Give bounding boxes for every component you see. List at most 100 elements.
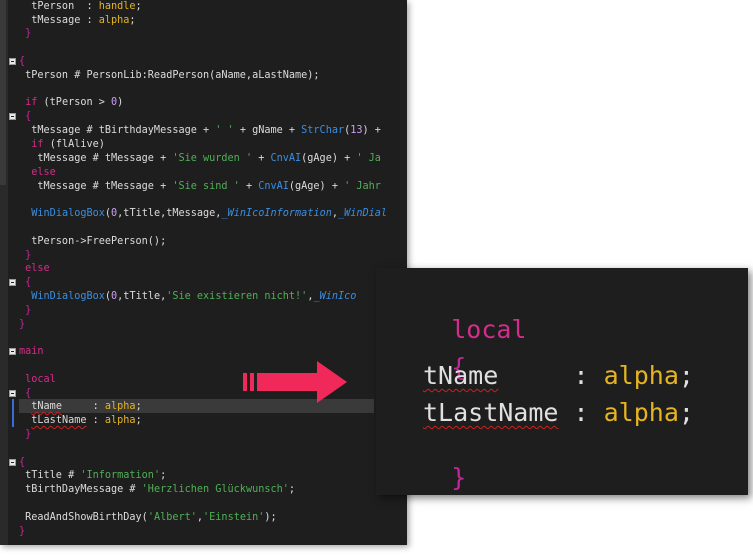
code-token: ' Jahr <box>344 181 381 192</box>
zoom-var2-name: tLastName <box>423 398 559 427</box>
arrow-right-icon <box>243 361 347 403</box>
code-token: { <box>19 277 32 288</box>
code-token: { <box>19 457 26 468</box>
code-token: { <box>19 388 32 399</box>
code-line[interactable]: WinDialogBox(0,tTitle,tMessage,_WinIcoIn… <box>19 207 387 221</box>
code-line[interactable]: local <box>19 373 56 387</box>
code-line[interactable]: WinDialogBox(0,tTitle,'Sie existieren ni… <box>19 290 356 304</box>
fold-toggle-icon[interactable] <box>9 279 16 286</box>
zoom-var1-type: alpha <box>603 361 679 390</box>
code-token: 'Information' <box>80 470 161 481</box>
code-token: } <box>19 319 26 330</box>
code-token: (gAge) + <box>288 181 345 192</box>
code-token: alpha <box>104 415 136 426</box>
code-line[interactable]: tLastName : alpha; <box>19 414 142 428</box>
code-token: WinDialogBox <box>31 208 105 219</box>
code-token: (flAlive) <box>43 139 105 150</box>
zoom-var2-semicolon: ; <box>678 398 694 427</box>
code-line[interactable]: { <box>19 110 31 124</box>
code-line[interactable]: { <box>19 387 31 401</box>
zoom-var2-sep: : <box>558 398 604 427</box>
code-token: 'Herzlichen Glückwunsch' <box>141 484 289 495</box>
code-line[interactable]: { <box>19 456 25 470</box>
code-token: } <box>19 28 32 39</box>
code-token: 'Sie wurden ' <box>172 153 253 164</box>
code-token: { <box>19 111 32 122</box>
code-token: } <box>19 250 32 261</box>
code-line[interactable]: tName : alpha; <box>19 400 141 414</box>
code-line[interactable]: { <box>19 276 31 290</box>
code-token: ); <box>264 512 277 523</box>
fold-toggle-icon[interactable] <box>9 348 16 355</box>
code-token: else <box>31 167 56 178</box>
editor-gutter <box>0 0 8 545</box>
zoom-close-brace: } <box>391 433 466 495</box>
code-editor[interactable]: tPerson : handle; tMessage : alpha; } { t… <box>0 0 407 545</box>
code-line[interactable]: main <box>19 345 44 359</box>
code-line[interactable]: tMessage # tBirthdayMessage + ' ' + gNam… <box>19 124 381 138</box>
code-token: if <box>19 97 38 108</box>
code-token: alpha <box>104 401 136 412</box>
code-line[interactable]: tBirthDayMessage # 'Herzlichen Glückwuns… <box>19 483 295 497</box>
code-line[interactable]: tMessage : alpha; <box>19 14 135 28</box>
zoom-var1-sep: : <box>498 361 604 390</box>
code-token: + <box>252 153 271 164</box>
code-line[interactable]: } <box>19 318 25 332</box>
code-token: + gName + <box>233 125 302 136</box>
code-token: StrChar <box>301 125 345 136</box>
code-line[interactable]: if (tPerson > 0) <box>19 96 123 110</box>
code-token: _WinIco <box>313 291 357 302</box>
code-line[interactable]: tPerson->FreePerson(); <box>19 235 166 249</box>
code-line[interactable]: tMessage # tMessage + 'Sie wurden ' + Cn… <box>19 152 381 166</box>
code-line[interactable]: tMessage # tMessage + 'Sie sind ' + CnvA… <box>19 180 381 194</box>
fold-toggle-icon[interactable] <box>9 390 16 397</box>
code-line[interactable]: else <box>19 262 50 276</box>
code-token: _WinIcoInformation <box>221 208 332 219</box>
fold-toggle-icon[interactable] <box>9 459 16 466</box>
code-token: ; <box>135 415 142 426</box>
code-token: tMessage : <box>19 15 99 26</box>
code-line[interactable]: tPerson : handle; <box>19 0 141 14</box>
code-token: ) <box>117 97 124 108</box>
code-token: } <box>19 429 32 440</box>
zoom-var-line-2: tLastName : alpha; <box>423 398 694 428</box>
code-line[interactable]: } <box>19 249 31 263</box>
code-line[interactable]: tTitle # 'Information'; <box>19 469 166 483</box>
code-token: 13 <box>350 125 363 136</box>
code-line[interactable]: { <box>19 55 25 69</box>
fold-toggle-icon[interactable] <box>9 58 16 65</box>
code-line[interactable]: else <box>19 166 56 180</box>
fold-toggle-icon[interactable] <box>9 113 16 120</box>
code-token: ; <box>160 470 167 481</box>
code-token: _WinDial <box>338 208 388 219</box>
zoom-var-line-1: tName : alpha; <box>423 361 694 391</box>
code-token: tMessage # tMessage + <box>19 181 173 192</box>
code-line[interactable]: tPerson # PersonLib:ReadPerson(aName,aLa… <box>19 69 319 83</box>
code-token: WinDialogBox <box>31 291 105 302</box>
code-line[interactable]: } <box>19 304 31 318</box>
code-token: 'Albert' <box>147 512 197 523</box>
code-token: tMessage # tBirthdayMessage + <box>19 125 216 136</box>
code-token: tLastName <box>31 415 87 426</box>
code-line[interactable]: if (flAlive) <box>19 138 105 152</box>
zoom-var1-name: tName <box>423 361 499 390</box>
code-line[interactable]: } <box>19 525 25 539</box>
code-line[interactable]: } <box>19 428 31 442</box>
change-marker <box>12 399 14 427</box>
zoom-panel: local { tName : alpha; tLastName : alpha… <box>376 268 748 495</box>
code-line[interactable]: ReadAndShowBirthDay('Albert','Einstein')… <box>19 511 277 525</box>
zoom-close-brace-text: } <box>451 463 467 492</box>
code-token: main <box>19 346 44 357</box>
code-line[interactable]: } <box>19 27 31 41</box>
code-token: else <box>19 263 50 274</box>
code-token: if <box>31 139 44 150</box>
code-token: 'Sie existieren nicht!' <box>166 291 308 302</box>
code-token: ' Ja <box>356 153 381 164</box>
code-token: handle <box>98 1 136 12</box>
code-token: tTitle # <box>19 470 81 481</box>
